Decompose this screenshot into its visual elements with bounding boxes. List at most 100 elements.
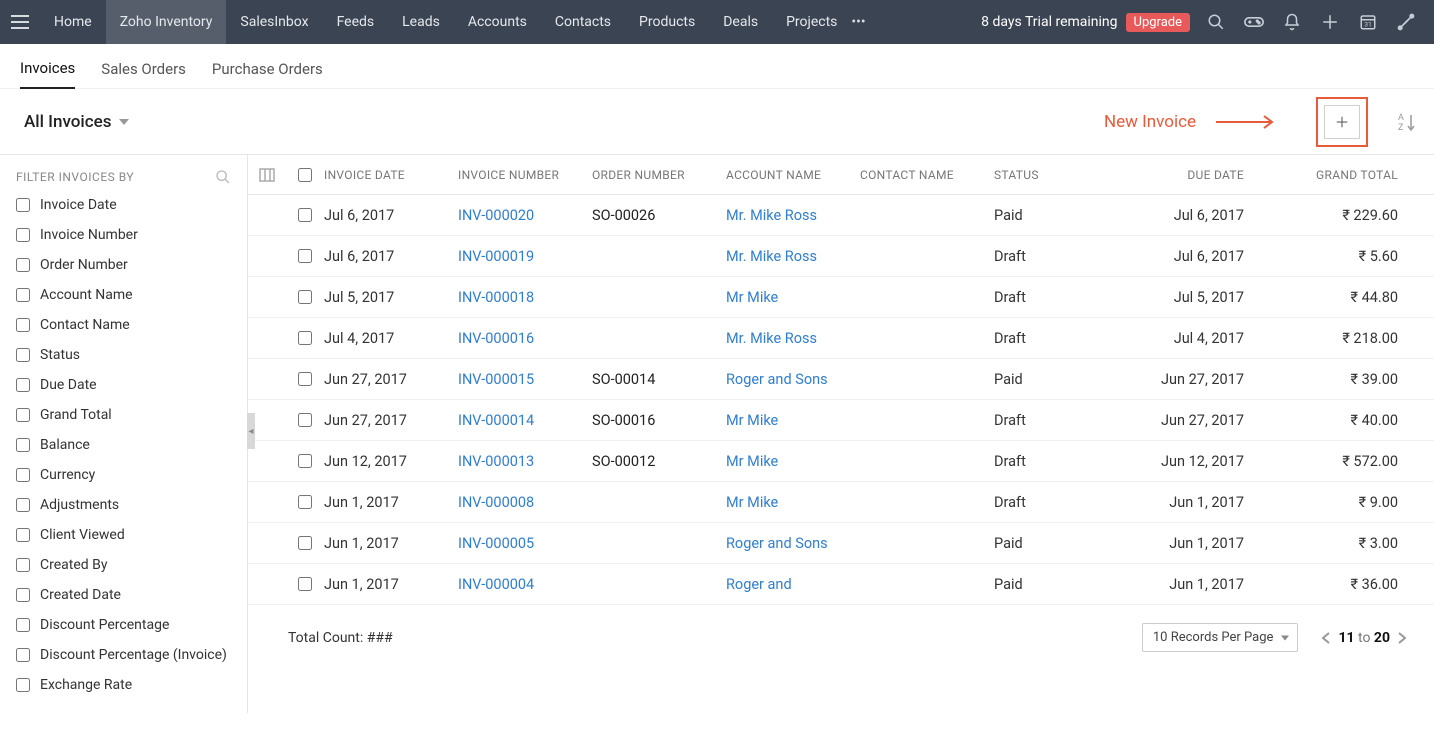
account-link[interactable]: Mr Mike [726,412,778,429]
filter-grand-total[interactable]: Grand Total [16,407,231,423]
row-checkbox[interactable] [286,331,324,345]
filter-checkbox[interactable] [16,618,30,632]
row-checkbox[interactable] [286,290,324,304]
nav-item-products[interactable]: Products [625,0,709,44]
filter-status[interactable]: Status [16,347,231,363]
filter-checkbox[interactable] [16,258,30,272]
nav-item-contacts[interactable]: Contacts [541,0,625,44]
filter-invoice-number[interactable]: Invoice Number [16,227,231,243]
filter-checkbox[interactable] [16,498,30,512]
invoice-link[interactable]: INV-000013 [458,453,534,470]
filter-checkbox[interactable] [16,528,30,542]
account-link[interactable]: Mr. Mike Ross [726,248,817,265]
filter-checkbox[interactable] [16,228,30,242]
filter-checkbox[interactable] [16,198,30,212]
records-per-page-select[interactable]: 10 Records Per Page [1142,623,1299,652]
filter-search-icon[interactable] [215,169,231,185]
col-status[interactable]: STATUS [994,168,1126,182]
tab-sales-orders[interactable]: Sales Orders [101,60,186,88]
tools-icon[interactable] [1396,12,1416,32]
nav-item-salesinbox[interactable]: SalesInbox [226,0,322,44]
row-checkbox[interactable] [286,495,324,509]
row-checkbox[interactable] [286,413,324,427]
account-link[interactable]: Mr. Mike Ross [726,330,817,347]
col-invoice-number[interactable]: INVOICE NUMBER [458,168,592,182]
nav-item-feeds[interactable]: Feeds [323,0,389,44]
filter-contact-name[interactable]: Contact Name [16,317,231,333]
account-link[interactable]: Mr. Mike Ross [726,207,817,224]
tab-invoices[interactable]: Invoices [20,59,75,89]
filter-invoice-date[interactable]: Invoice Date [16,197,231,213]
upgrade-button[interactable]: Upgrade [1126,13,1190,32]
col-account-name[interactable]: ACCOUNT NAME [726,168,860,182]
account-link[interactable]: Roger and [726,576,792,593]
row-checkbox[interactable] [286,577,324,591]
nav-item-projects[interactable]: Projects [772,0,851,44]
nav-more-icon[interactable]: ••• [851,14,865,30]
plus-icon[interactable] [1320,12,1340,32]
calendar-icon[interactable]: 31 [1358,12,1378,32]
invoice-link[interactable]: INV-000016 [458,330,534,347]
table-row[interactable]: Jun 12, 2017INV-000013SO-00012Mr MikeDra… [248,441,1434,482]
filter-created-date[interactable]: Created Date [16,587,231,603]
filter-order-number[interactable]: Order Number [16,257,231,273]
col-invoice-date[interactable]: INVOICE DATE [324,168,458,182]
table-row[interactable]: Jun 27, 2017INV-000014SO-00016Mr MikeDra… [248,400,1434,441]
sidebar-collapse-handle[interactable]: ◂ [247,413,255,449]
col-order-number[interactable]: ORDER NUMBER [592,168,726,182]
table-row[interactable]: Jun 1, 2017INV-000005Roger and SonsPaidJ… [248,523,1434,564]
filter-checkbox[interactable] [16,288,30,302]
nav-item-home[interactable]: Home [40,0,106,44]
account-link[interactable]: Roger and Sons [726,535,828,552]
nav-item-zoho-inventory[interactable]: Zoho Inventory [106,0,227,44]
col-grand-total[interactable]: GRAND TOTAL [1254,168,1432,182]
filter-checkbox[interactable] [16,408,30,422]
view-selector[interactable]: All Invoices [24,112,129,132]
table-row[interactable]: Jun 1, 2017INV-000008Mr MikeDraftJun 1, … [248,482,1434,523]
col-contact-name[interactable]: CONTACT NAME [860,168,994,182]
new-invoice-button[interactable] [1324,105,1360,139]
hamburger-icon[interactable] [0,15,40,29]
pager-prev-icon[interactable] [1322,632,1330,644]
account-link[interactable]: Roger and Sons [726,371,828,388]
table-row[interactable]: Jul 5, 2017INV-000018Mr MikeDraftJul 5, … [248,277,1434,318]
filter-client-viewed[interactable]: Client Viewed [16,527,231,543]
table-row[interactable]: Jun 27, 2017INV-000015SO-00014Roger and … [248,359,1434,400]
invoice-link[interactable]: INV-000004 [458,576,534,593]
gamepad-icon[interactable] [1244,12,1264,32]
filter-checkbox[interactable] [16,378,30,392]
nav-item-deals[interactable]: Deals [709,0,772,44]
col-due-date[interactable]: DUE DATE [1126,168,1254,182]
bell-icon[interactable] [1282,12,1302,32]
invoice-link[interactable]: INV-000020 [458,207,534,224]
nav-item-leads[interactable]: Leads [388,0,454,44]
filter-due-date[interactable]: Due Date [16,377,231,393]
filter-account-name[interactable]: Account Name [16,287,231,303]
row-checkbox[interactable] [286,372,324,386]
filter-checkbox[interactable] [16,648,30,662]
filter-checkbox[interactable] [16,558,30,572]
row-checkbox[interactable] [286,208,324,222]
filter-checkbox[interactable] [16,678,30,692]
filter-currency[interactable]: Currency [16,467,231,483]
filter-balance[interactable]: Balance [16,437,231,453]
filter-created-by[interactable]: Created By [16,557,231,573]
filter-checkbox[interactable] [16,588,30,602]
filter-exchange-rate[interactable]: Exchange Rate [16,677,231,693]
row-checkbox[interactable] [286,454,324,468]
filter-discount-percentage[interactable]: Discount Percentage [16,617,231,633]
filter-checkbox[interactable] [16,468,30,482]
invoice-link[interactable]: INV-000019 [458,248,534,265]
account-link[interactable]: Mr Mike [726,289,778,306]
table-row[interactable]: Jul 6, 2017INV-000020SO-00026Mr. Mike Ro… [248,195,1434,236]
invoice-link[interactable]: INV-000008 [458,494,534,511]
pager-next-icon[interactable] [1398,632,1406,644]
filter-checkbox[interactable] [16,438,30,452]
sort-button[interactable]: AZ [1398,112,1416,132]
tab-purchase-orders[interactable]: Purchase Orders [212,60,323,88]
account-link[interactable]: Mr Mike [726,453,778,470]
column-config-icon[interactable] [248,168,286,182]
table-row[interactable]: Jun 1, 2017INV-000004Roger andPaidJun 1,… [248,564,1434,605]
invoice-link[interactable]: INV-000018 [458,289,534,306]
select-all-checkbox[interactable] [286,168,324,182]
